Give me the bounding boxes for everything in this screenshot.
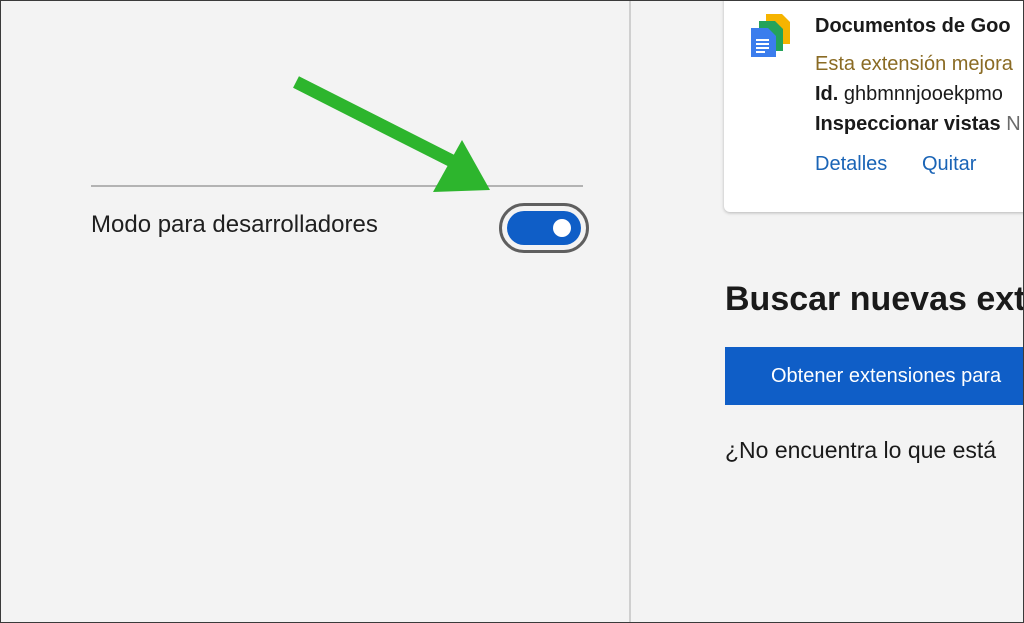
panel-divider: [629, 0, 631, 623]
extension-name: Documentos de Goo: [815, 15, 1011, 37]
find-extensions-heading: Buscar nuevas ext: [725, 280, 1024, 318]
details-link[interactable]: Detalles: [815, 153, 887, 176]
get-extensions-button[interactable]: Obtener extensiones para: [725, 347, 1024, 405]
extension-id-label: Id.: [815, 83, 839, 105]
inspect-views-value: N: [1006, 113, 1021, 135]
toggle-knob: [553, 219, 571, 237]
extension-id-value: ghbmnnjooekpmo: [843, 83, 1003, 105]
inspect-views: Inspeccionar vistas N: [815, 113, 1021, 136]
extension-description: Esta extensión mejora: [815, 53, 1013, 75]
extension-id: Id. ghbmnnjooekpmo: [815, 83, 1003, 106]
inspect-views-label: Inspeccionar vistas: [815, 113, 1001, 135]
green-arrow-icon: [293, 76, 490, 192]
developer-mode-label: Modo para desarrolladores: [91, 211, 378, 238]
extension-card: Documentos de Goo Esta extensión mejora …: [724, 0, 1024, 212]
remove-link[interactable]: Quitar: [922, 153, 976, 176]
not-found-text: ¿No encuentra lo que está: [725, 437, 997, 463]
developer-mode-toggle[interactable]: [499, 203, 589, 253]
google-docs-icon: [751, 14, 790, 57]
toggle-track: [507, 211, 581, 245]
